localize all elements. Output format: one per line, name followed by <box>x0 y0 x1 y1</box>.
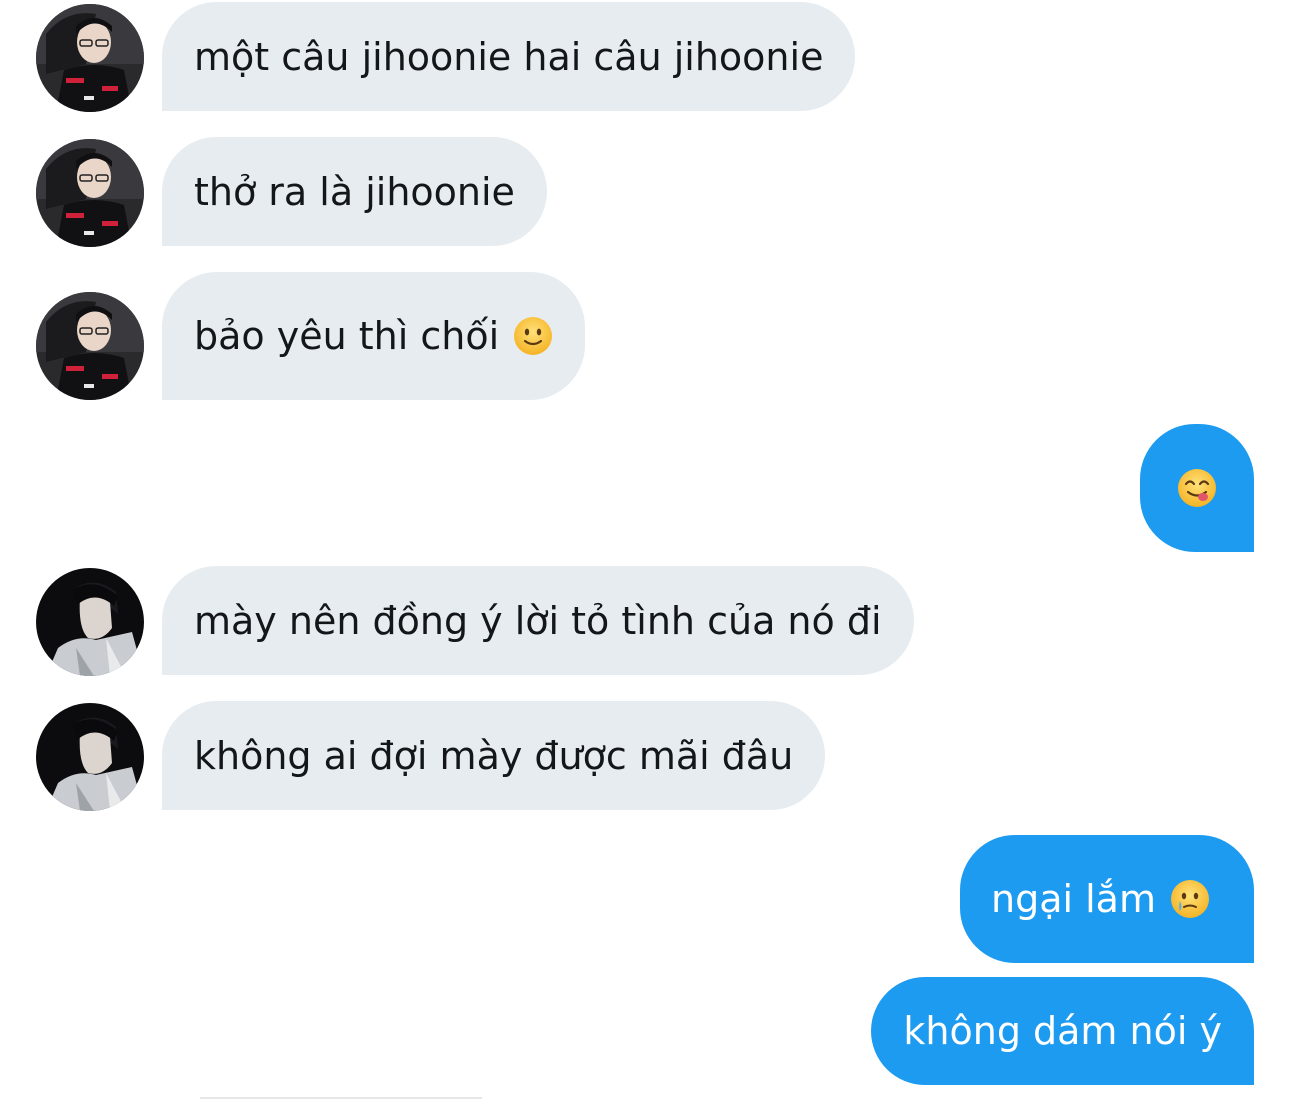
message-bubble-incoming[interactable]: một câu jihoonie hai câu jihoonie <box>162 2 856 111</box>
message-text: một câu jihoonie hai câu jihoonie <box>194 34 824 79</box>
avatar-contact-b[interactable] <box>36 703 144 811</box>
message-text: ngại lắm <box>991 877 1156 921</box>
message-bubble-outgoing[interactable]: không dám nói ý <box>871 977 1254 1085</box>
face-holding-back-tears-emoji <box>1171 880 1209 918</box>
avatar-contact-a[interactable] <box>36 292 144 400</box>
slightly-smiling-face-emoji <box>514 317 553 355</box>
message-bubble-outgoing[interactable] <box>1140 424 1254 552</box>
message-bubble-incoming[interactable]: thở ra là jihoonie <box>162 137 547 246</box>
message-bubble-outgoing[interactable]: ngại lắm <box>960 835 1254 963</box>
message-text: mày nên đồng ý lời tỏ tình của nó đi <box>194 598 882 643</box>
message-bubble-incoming[interactable]: bảo yêu thì chối <box>162 272 586 400</box>
avatar-contact-a[interactable] <box>36 139 144 247</box>
avatar-contact-a[interactable] <box>36 4 144 112</box>
avatar-contact-b[interactable] <box>36 568 144 676</box>
composer-divider <box>200 1097 482 1099</box>
message-bubble-incoming[interactable]: mày nên đồng ý lời tỏ tình của nó đi <box>162 566 914 675</box>
message-text: thở ra là jihoonie <box>194 169 515 214</box>
message-text: không dám nói ý <box>903 1009 1222 1053</box>
face-savoring-food-emoji <box>1178 469 1216 507</box>
message-bubble-incoming[interactable]: không ai đợi mày được mãi đâu <box>162 701 826 810</box>
message-text: không ai đợi mày được mãi đâu <box>194 733 794 778</box>
message-text: bảo yêu thì chối <box>194 314 500 358</box>
